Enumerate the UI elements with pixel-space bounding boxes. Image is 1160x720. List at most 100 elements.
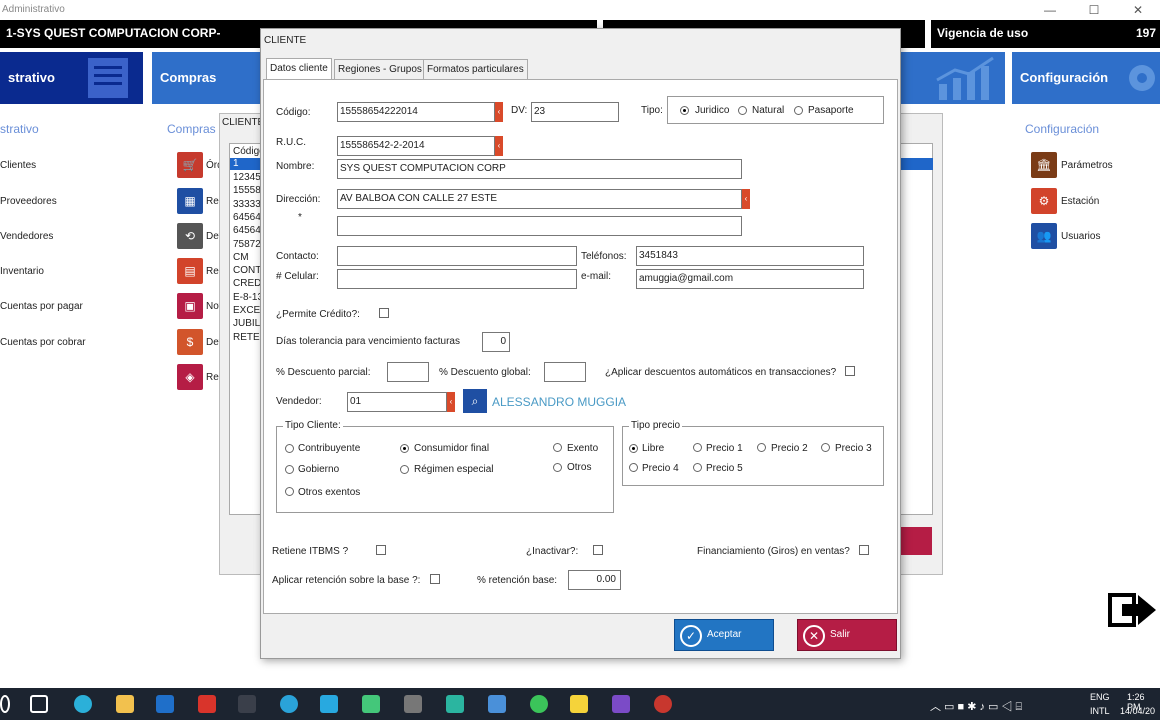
module-reportes[interactable] <box>901 52 1005 104</box>
monitor-icon[interactable] <box>446 695 464 713</box>
descuento-global-input[interactable] <box>544 362 586 382</box>
whatsapp-icon[interactable] <box>530 695 548 713</box>
note-icon[interactable]: ▣ <box>177 293 203 319</box>
telefonos-input[interactable]: 3451843 <box>636 246 864 266</box>
users-icon[interactable]: 👥 <box>1031 223 1057 249</box>
aplicar-retencion-checkbox[interactable] <box>430 574 440 584</box>
exento-radio[interactable] <box>553 443 562 452</box>
module-compras[interactable]: Compras <box>152 52 262 104</box>
tab-datos-cliente[interactable]: Datos cliente <box>266 58 332 80</box>
telegram-icon[interactable] <box>280 695 298 713</box>
table-row[interactable]: E-8-13 <box>233 292 263 303</box>
table-row[interactable]: CONT <box>233 265 261 276</box>
table-row[interactable]: 75872 <box>233 239 261 250</box>
nav-inventario[interactable]: Inventario <box>0 266 44 277</box>
permite-credito-checkbox[interactable] <box>379 308 389 318</box>
otros-radio[interactable] <box>553 463 562 472</box>
table-row[interactable]: CM <box>233 252 249 263</box>
search-icon[interactable]: ⌕ <box>463 389 487 413</box>
table-row[interactable]: 1 <box>233 158 239 169</box>
folder-icon[interactable] <box>116 695 134 713</box>
boxes-icon[interactable]: ◈ <box>177 364 203 390</box>
consumidor-final-radio[interactable] <box>400 444 409 453</box>
edge-icon[interactable] <box>74 695 92 713</box>
config-usuarios[interactable]: Usuarios <box>1061 231 1100 242</box>
gear-icon[interactable]: ⚙ <box>1031 188 1057 214</box>
precio-3-radio[interactable] <box>821 443 830 452</box>
financiamiento-checkbox[interactable] <box>859 545 869 555</box>
lang-code[interactable]: ENG <box>1090 692 1110 702</box>
module-configuracion[interactable]: Configuración <box>1012 52 1160 104</box>
contacto-input[interactable] <box>337 246 577 266</box>
search-icon[interactable] <box>0 695 10 713</box>
lang-layout[interactable]: INTL <box>1090 706 1110 716</box>
clock-date[interactable]: 14/04/20 <box>1120 706 1155 716</box>
nav-cuentas-por-pagar[interactable]: Cuentas por pagar <box>0 301 83 312</box>
table-row[interactable]: 12345 <box>233 172 261 183</box>
vendedor-lookup-button[interactable]: ‹ <box>447 392 455 412</box>
precio-5-radio[interactable] <box>693 463 702 472</box>
aceptar-button[interactable]: ✓ Aceptar <box>674 619 774 651</box>
tools-icon[interactable] <box>238 695 256 713</box>
precio-2-radio[interactable] <box>757 443 766 452</box>
store-icon[interactable] <box>320 695 338 713</box>
grid-report-icon[interactable]: ▤ <box>177 258 203 284</box>
app-grid-icon[interactable] <box>362 695 380 713</box>
dias-tolerancia-input[interactable]: 0 <box>482 332 510 352</box>
direccion-lookup-button[interactable]: ‹ <box>742 189 750 209</box>
direccion2-input[interactable] <box>337 216 742 236</box>
bg-exit-button[interactable] <box>900 527 932 555</box>
codigo-input[interactable]: 15558654222014 <box>337 102 495 122</box>
anydesk-icon[interactable] <box>198 695 216 713</box>
codigo-lookup-button[interactable]: ‹ <box>495 102 503 122</box>
table-row[interactable]: 33333 <box>233 199 261 210</box>
exit-arrow-icon[interactable] <box>1108 591 1158 629</box>
minimize-icon[interactable]: — <box>1028 0 1072 20</box>
calculator-icon[interactable]: ▦ <box>177 188 203 214</box>
tray-icons[interactable]: ︿ ▭ ■ ✱ ♪ ▭ ◁ ⌸ <box>930 698 1022 714</box>
vendedor-input[interactable]: 01 <box>347 392 447 412</box>
retencion-base-input[interactable]: 0.00 <box>568 570 621 590</box>
table-row[interactable]: 64564 <box>233 212 261 223</box>
cart-icon[interactable]: 🛒 <box>177 152 203 178</box>
celular-input[interactable] <box>337 269 577 289</box>
nav-proveedores[interactable]: Proveedores <box>0 196 57 207</box>
nav-clientes[interactable]: Clientes <box>0 160 36 171</box>
maximize-icon[interactable]: ☐ <box>1072 0 1116 20</box>
bank-icon[interactable]: 🏛 <box>1031 152 1057 178</box>
inactivar-checkbox[interactable] <box>593 545 603 555</box>
table-row[interactable]: 64564 <box>233 225 261 236</box>
aplicar-descuentos-checkbox[interactable] <box>845 366 855 376</box>
descuento-parcial-input[interactable] <box>387 362 429 382</box>
ruc-input[interactable]: 155586542-2-2014 <box>337 136 495 156</box>
dollar-icon[interactable]: $ <box>177 329 203 355</box>
salir-button[interactable]: ✕ Salir <box>797 619 897 651</box>
recorder-icon[interactable] <box>654 695 672 713</box>
regimen-especial-radio[interactable] <box>400 465 409 474</box>
otros-exentos-radio[interactable] <box>285 487 294 496</box>
config-estacion[interactable]: Estación <box>1061 196 1099 207</box>
outlook-icon[interactable] <box>156 695 174 713</box>
tipo-pasaporte-radio[interactable] <box>794 106 803 115</box>
tipo-natural-radio[interactable] <box>738 106 747 115</box>
nav-cuentas-por-cobrar[interactable]: Cuentas por cobrar <box>0 337 86 348</box>
table-row[interactable]: 15558 <box>233 185 261 196</box>
tipo-juridico-radio[interactable] <box>680 106 689 115</box>
nombre-input[interactable]: SYS QUEST COMPUTACION CORP <box>337 159 742 179</box>
editor-icon[interactable] <box>404 695 422 713</box>
precio-4-radio[interactable] <box>629 463 638 472</box>
close-icon[interactable]: ✕ <box>1116 0 1160 20</box>
sticky-notes-icon[interactable] <box>570 695 588 713</box>
precio-libre-radio[interactable] <box>629 444 638 453</box>
module-administrativo[interactable]: strativo <box>0 52 143 104</box>
tab-formatos-particulares[interactable]: Formatos particulares <box>423 59 528 79</box>
network-app-icon[interactable] <box>488 695 506 713</box>
contribuyente-radio[interactable] <box>285 444 294 453</box>
return-icon[interactable]: ⟲ <box>177 223 203 249</box>
retiene-itbms-checkbox[interactable] <box>376 545 386 555</box>
config-parametros[interactable]: Parámetros <box>1061 160 1113 171</box>
tab-regiones-grupos[interactable]: Regiones - Grupos <box>334 59 426 79</box>
nav-vendedores[interactable]: Vendedores <box>0 231 53 242</box>
dv-input[interactable]: 23 <box>531 102 619 122</box>
direccion-input[interactable]: AV BALBOA CON CALLE 27 ESTE <box>337 189 742 209</box>
